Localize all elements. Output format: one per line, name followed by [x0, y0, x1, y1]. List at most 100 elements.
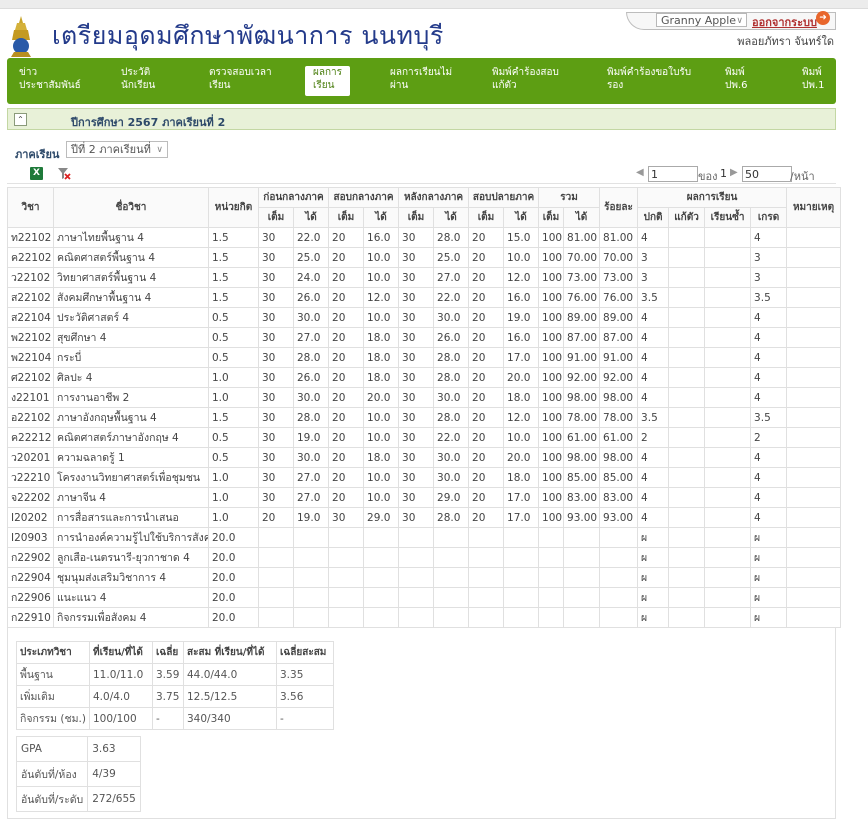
table-cell: ผ: [750, 547, 788, 568]
table-cell: 83.00: [599, 487, 639, 508]
chevron-down-icon: ∨: [736, 16, 743, 26]
stat-row: อันดับที่/ระดับ 272/655: [15, 786, 141, 812]
table-cell: 4: [750, 327, 788, 348]
table-cell: 30: [258, 387, 294, 408]
table-cell: [704, 607, 752, 628]
table-cell: [433, 567, 470, 588]
table-cell: [668, 527, 706, 548]
table-cell: [786, 367, 842, 388]
table-cell: 4: [750, 487, 788, 508]
nav-print-pp6[interactable]: พิมพ์ ปพ.6: [725, 66, 747, 92]
nav-print-certificate[interactable]: พิมพ์คำร้องขอใบรับรอง: [607, 66, 691, 92]
clear-filter-icon[interactable]: [57, 166, 71, 181]
table-cell: 3: [750, 247, 788, 268]
summary-cell: กิจกรรม (ชม.): [16, 707, 90, 730]
table-cell: 20.0: [208, 587, 259, 608]
col-remark: หมายเหตุ: [786, 187, 842, 228]
summary-cell: 12.5/12.5: [183, 685, 277, 708]
nav-pp6-line1: พิมพ์: [725, 67, 745, 78]
table-cell: 22.0: [292, 227, 330, 248]
section-header: ⌃ ปีการศึกษา 2567 ภาคเรียนที่ 2: [7, 108, 836, 130]
col-result: ผลการเรียน: [637, 187, 788, 208]
table-cell: 30.0: [433, 307, 470, 328]
table-cell: [668, 587, 706, 608]
table-cell: 20: [328, 227, 365, 248]
table-cell: I20903: [7, 527, 54, 548]
table-cell: 0.5: [208, 307, 259, 328]
summary-row: กิจกรรม (ชม.) 100/100-340/340-: [16, 707, 334, 730]
table-cell: 10.0: [363, 247, 400, 268]
table-cell: ท22102: [7, 227, 54, 248]
nav-print-pp1[interactable]: พิมพ์ ปพ.1: [802, 66, 824, 92]
table-cell: [786, 547, 842, 568]
nav-profile-line1: ประวัติ: [121, 67, 151, 78]
table-cell: 30.0: [433, 387, 470, 408]
table-cell: 25.0: [292, 247, 330, 268]
table-cell: [668, 367, 706, 388]
table-cell: 20: [468, 367, 505, 388]
term-select[interactable]: ปีที่ 2 ภาคเรียนที่ ∨: [66, 141, 168, 158]
collapse-icon[interactable]: ⌃: [14, 113, 27, 126]
table-cell: [704, 407, 752, 428]
table-cell: [398, 607, 435, 628]
table-cell: [786, 427, 842, 448]
table-cell: 30.0: [433, 467, 470, 488]
table-cell: [468, 547, 505, 568]
nav-news[interactable]: ข่าว ประชาสัมพันธ์: [19, 66, 81, 92]
table-cell: 20: [468, 267, 505, 288]
next-page-icon[interactable]: ▶: [730, 167, 738, 178]
nav-print-retest[interactable]: พิมพ์คำร้องสอบ แก้ตัว: [492, 66, 559, 92]
table-cell: [704, 247, 752, 268]
table-cell: 17.0: [503, 347, 540, 368]
table-cell: 10.0: [503, 247, 540, 268]
table-cell: 3.5: [750, 287, 788, 308]
nav-grades[interactable]: ผลการ เรียน: [305, 66, 351, 96]
table-cell: [563, 527, 601, 548]
logout-link[interactable]: ออกจากระบบ: [752, 13, 817, 31]
table-cell: 4: [637, 507, 670, 528]
table-cell: 20: [468, 287, 505, 308]
excel-export-icon[interactable]: X: [30, 167, 43, 180]
table-cell: 20: [328, 447, 365, 468]
table-cell: 20: [468, 307, 505, 328]
table-cell: ค22102: [7, 247, 54, 268]
table-cell: [563, 547, 601, 568]
table-cell: 19.0: [503, 307, 540, 328]
prev-page-icon[interactable]: ◀: [636, 167, 644, 178]
table-cell: 17.0: [503, 507, 540, 528]
nav-student-profile[interactable]: ประวัติ นักเรียน: [121, 66, 155, 92]
table-cell: 30: [398, 507, 435, 528]
nav-cert-line1: พิมพ์คำร้องขอใบรับ: [607, 67, 692, 78]
table-row: ก22910 กิจกรรมเพื่อสังคม 4 20.0 ผ ผ: [7, 607, 842, 628]
table-cell: 4: [637, 307, 670, 328]
table-cell: [292, 567, 330, 588]
nav-cert-line2: รอง: [607, 80, 624, 91]
table-cell: 76.00: [599, 287, 639, 308]
table-cell: 4: [637, 487, 670, 508]
table-cell: 20: [258, 507, 294, 528]
table-cell: 30: [398, 367, 435, 388]
table-cell: 12.0: [363, 287, 400, 308]
table-cell: 16.0: [503, 327, 540, 348]
logout-icon[interactable]: ➜: [816, 11, 830, 25]
table-cell: 30.0: [292, 387, 330, 408]
table-cell: 26.0: [292, 287, 330, 308]
page-size-input[interactable]: [742, 166, 792, 182]
table-cell: 78.00: [599, 407, 639, 428]
table-cell: 4: [637, 447, 670, 468]
col-full: เต็ม: [468, 207, 505, 228]
nav-failed-grades[interactable]: ผลการเรียนไม่ ผ่าน: [390, 66, 452, 92]
table-cell: [398, 547, 435, 568]
page-number-input[interactable]: [648, 166, 698, 182]
table-cell: 81.00: [599, 227, 639, 248]
table-cell: 20: [328, 427, 365, 448]
theme-select[interactable]: Granny Apple ∨: [656, 13, 747, 27]
nav-attendance[interactable]: ตรวจสอบเวลา เรียน: [209, 66, 272, 92]
table-cell: [786, 287, 842, 308]
table-cell: 0.5: [208, 327, 259, 348]
table-cell: 100: [538, 447, 565, 468]
table-cell: 22.0: [433, 287, 470, 308]
table-cell: 18.0: [363, 347, 400, 368]
table-cell: 4: [750, 507, 788, 528]
chevron-down-icon: ∨: [156, 145, 163, 155]
